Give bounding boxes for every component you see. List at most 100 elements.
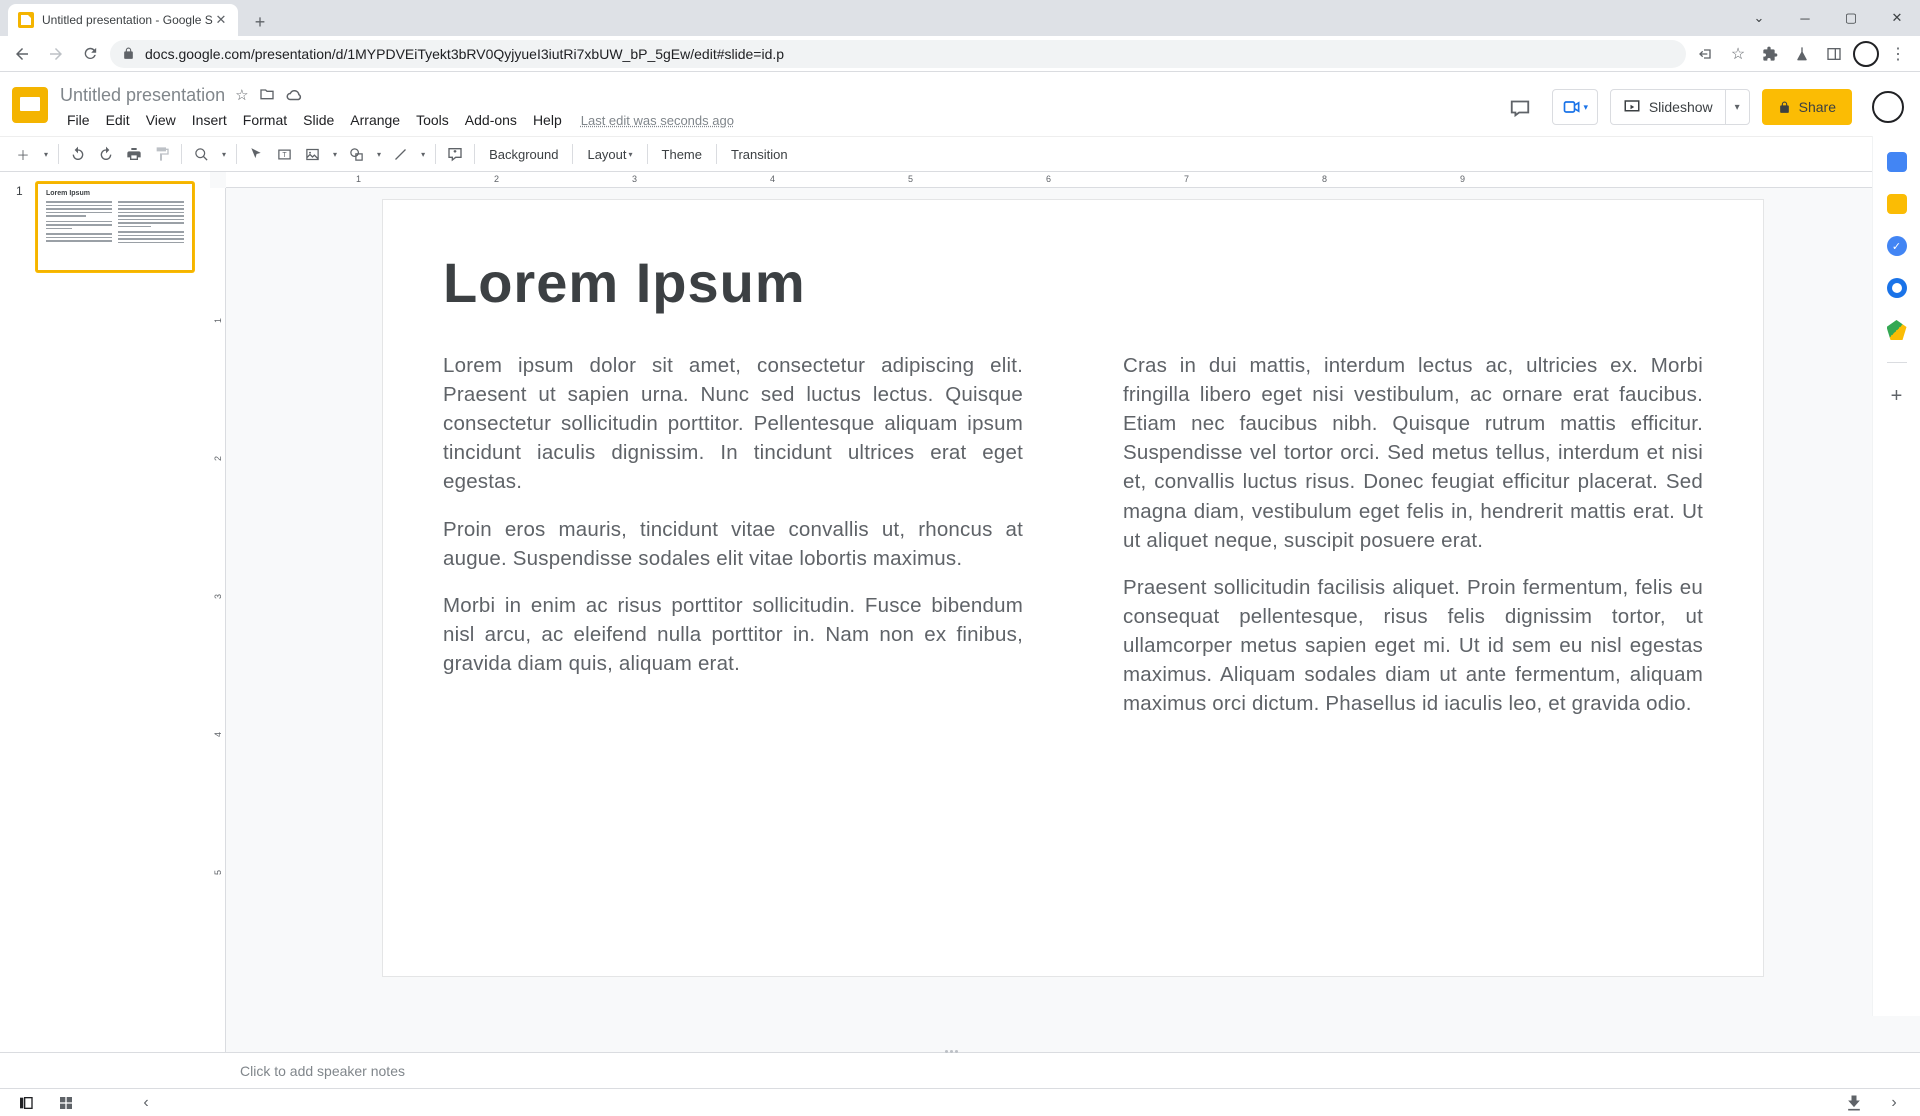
new-slide-dropdown[interactable] <box>38 141 52 167</box>
chrome-menu-icon[interactable]: ⋮ <box>1884 40 1912 68</box>
profile-avatar[interactable] <box>1852 40 1880 68</box>
background-button[interactable]: Background <box>481 141 566 167</box>
close-window-icon[interactable]: ✕ <box>1874 0 1920 36</box>
last-edit-link[interactable]: Last edit was seconds ago <box>581 113 734 128</box>
slide-paragraph[interactable]: Morbi in enim ac risus porttitor sollici… <box>443 591 1023 678</box>
speaker-notes[interactable]: Click to add speaker notes <box>0 1052 1920 1088</box>
notes-resize-handle[interactable] <box>945 1050 975 1053</box>
notes-placeholder: Click to add speaker notes <box>240 1063 405 1079</box>
cloud-status-icon[interactable] <box>285 86 303 104</box>
address-bar: docs.google.com/presentation/d/1MYPDVEiT… <box>0 36 1920 72</box>
new-slide-button[interactable]: ＋ <box>10 141 36 167</box>
present-meet-button[interactable]: ▾ <box>1552 89 1598 125</box>
menu-file[interactable]: File <box>60 110 97 130</box>
slide-right-column[interactable]: Cras in dui mattis, interdum lectus ac, … <box>1123 351 1703 736</box>
menu-insert[interactable]: Insert <box>185 110 234 130</box>
doc-title[interactable]: Untitled presentation <box>60 85 225 106</box>
transition-button[interactable]: Transition <box>723 141 796 167</box>
undo-button[interactable] <box>65 141 91 167</box>
star-icon[interactable]: ☆ <box>235 86 248 104</box>
menu-slide[interactable]: Slide <box>296 110 341 130</box>
extensions-icon[interactable] <box>1756 40 1784 68</box>
slides-logo[interactable] <box>12 87 52 127</box>
slide-title-text[interactable]: Lorem Ipsum <box>443 250 1703 315</box>
side-panel-divider <box>1887 362 1907 363</box>
add-addon-icon[interactable]: + <box>1891 385 1903 408</box>
move-icon[interactable] <box>259 86 275 104</box>
slides-header: Untitled presentation ☆ File Edit View I… <box>0 72 1920 136</box>
bookmark-icon[interactable]: ☆ <box>1724 40 1752 68</box>
back-button[interactable] <box>8 40 36 68</box>
menu-edit[interactable]: Edit <box>99 110 137 130</box>
line-dropdown[interactable] <box>415 141 429 167</box>
image-dropdown[interactable] <box>327 141 341 167</box>
slide-paragraph[interactable]: Praesent sollicitudin facilisis aliquet.… <box>1123 573 1703 719</box>
comment-button[interactable] <box>442 141 468 167</box>
calendar-icon[interactable] <box>1887 152 1907 172</box>
omnibox[interactable]: docs.google.com/presentation/d/1MYPDVEiT… <box>110 40 1686 68</box>
zoom-dropdown[interactable] <box>216 141 230 167</box>
slideshow-button[interactable]: Slideshow <box>1611 98 1725 116</box>
browser-tab[interactable]: Untitled presentation - Google S ✕ <box>8 4 238 36</box>
textbox-tool[interactable]: T <box>271 141 297 167</box>
account-avatar[interactable] <box>1864 91 1904 123</box>
slide-paragraph[interactable]: Lorem ipsum dolor sit amet, consectetur … <box>443 351 1023 497</box>
window-controls: ⌄ ─ ▢ ✕ <box>1736 0 1920 36</box>
paint-format-button[interactable] <box>149 141 175 167</box>
reload-button[interactable] <box>76 40 104 68</box>
side-panel-toggle-icon[interactable]: › <box>1880 1093 1908 1113</box>
grid-view-icon[interactable] <box>52 1093 80 1113</box>
slide-canvas[interactable]: Lorem Ipsum Lorem ipsum dolor sit amet, … <box>383 200 1763 976</box>
shape-dropdown[interactable] <box>371 141 385 167</box>
close-tab-icon[interactable]: ✕ <box>214 13 228 27</box>
tasks-icon[interactable] <box>1887 236 1907 256</box>
menu-format[interactable]: Format <box>236 110 294 130</box>
share-button[interactable]: Share <box>1762 89 1852 125</box>
menu-addons[interactable]: Add-ons <box>458 110 524 130</box>
image-tool[interactable] <box>299 141 325 167</box>
menu-view[interactable]: View <box>139 110 183 130</box>
forward-button[interactable] <box>42 40 70 68</box>
sidepanel-icon[interactable] <box>1820 40 1848 68</box>
comments-history-button[interactable] <box>1500 89 1540 125</box>
filmstrip[interactable]: 1 Lorem Ipsum <box>0 172 210 1052</box>
slides-favicon <box>18 12 34 28</box>
minimize-icon[interactable]: ─ <box>1782 0 1828 36</box>
lock-icon <box>1778 101 1791 114</box>
lock-icon <box>122 47 135 60</box>
share-url-icon[interactable] <box>1692 40 1720 68</box>
ruler-horizontal: 1 2 3 4 5 6 7 8 9 <box>226 172 1920 188</box>
slide-thumbnail[interactable]: Lorem Ipsum <box>36 182 194 272</box>
toolbar: ＋ T Background Layout Theme Trans <box>0 136 1920 172</box>
slide-paragraph[interactable]: Proin eros mauris, tincidunt vitae conva… <box>443 515 1023 573</box>
new-tab-button[interactable]: + <box>246 8 274 36</box>
select-tool[interactable] <box>243 141 269 167</box>
keep-icon[interactable] <box>1887 194 1907 214</box>
labs-icon[interactable] <box>1788 40 1816 68</box>
slideshow-dropdown[interactable]: ▾ <box>1725 90 1749 124</box>
share-label: Share <box>1799 99 1836 115</box>
layout-button[interactable]: Layout <box>579 141 640 167</box>
contacts-icon[interactable] <box>1887 278 1907 298</box>
menu-arrange[interactable]: Arrange <box>343 110 407 130</box>
explore-button[interactable] <box>1840 1093 1868 1113</box>
collapse-filmstrip-icon[interactable]: ‹ <box>132 1093 160 1113</box>
theme-button[interactable]: Theme <box>654 141 710 167</box>
maximize-icon[interactable]: ▢ <box>1828 0 1874 36</box>
shape-tool[interactable] <box>343 141 369 167</box>
print-button[interactable] <box>121 141 147 167</box>
zoom-button[interactable] <box>188 141 214 167</box>
maps-icon[interactable] <box>1887 320 1907 340</box>
canvas-area[interactable]: 1 2 3 4 5 6 7 8 9 1 2 3 4 5 Lorem Ipsum … <box>210 172 1920 1052</box>
ruler-vertical: 1 2 3 4 5 <box>210 188 226 1052</box>
slide-paragraph[interactable]: Cras in dui mattis, interdum lectus ac, … <box>1123 351 1703 555</box>
slide-left-column[interactable]: Lorem ipsum dolor sit amet, consectetur … <box>443 351 1023 736</box>
chevron-down-icon[interactable]: ⌄ <box>1736 0 1782 36</box>
slideshow-label: Slideshow <box>1649 99 1713 115</box>
redo-button[interactable] <box>93 141 119 167</box>
svg-text:T: T <box>282 152 287 159</box>
menu-help[interactable]: Help <box>526 110 569 130</box>
menu-tools[interactable]: Tools <box>409 110 456 130</box>
line-tool[interactable] <box>387 141 413 167</box>
filmstrip-view-icon[interactable] <box>12 1093 40 1113</box>
